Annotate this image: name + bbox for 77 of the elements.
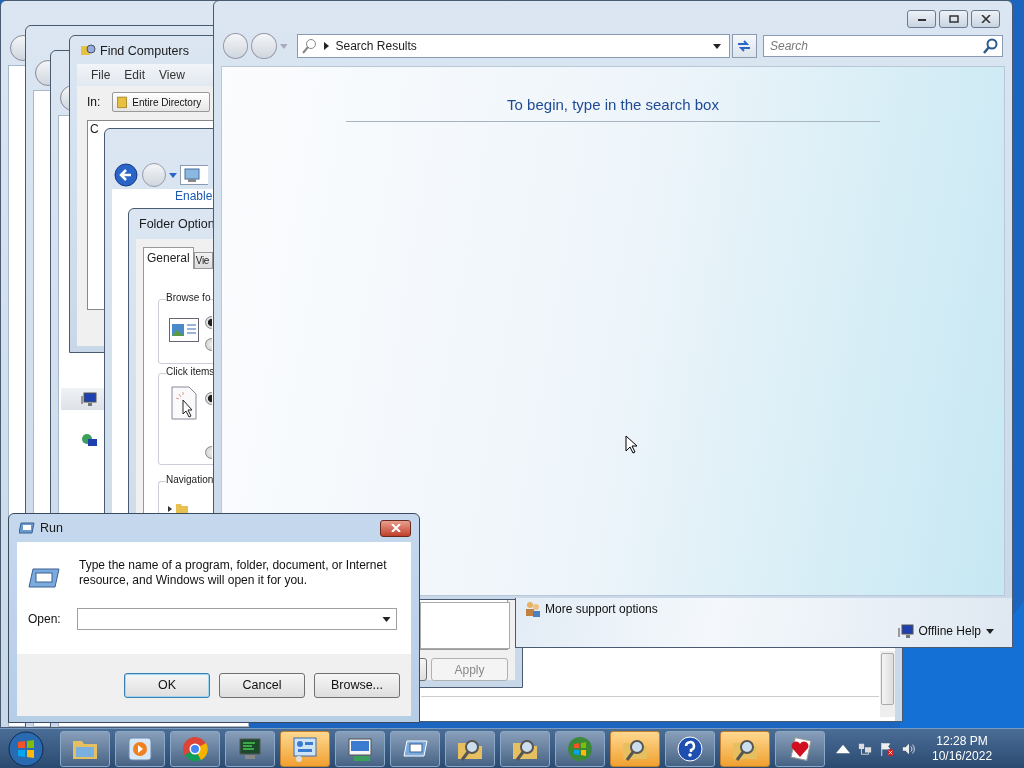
taskbar-button[interactable] — [720, 730, 770, 767]
click-pointer-icon — [171, 386, 197, 420]
network-icon — [81, 433, 97, 449]
maximize-icon — [948, 15, 959, 23]
start-button[interactable] — [6, 729, 46, 768]
maximize-button[interactable] — [939, 10, 968, 28]
taskbar-button[interactable] — [280, 730, 330, 767]
taskbar-button[interactable] — [60, 730, 110, 767]
field-label: Open: — [28, 612, 61, 626]
address-bar[interactable] — [180, 165, 208, 185]
window-preview-icon — [169, 318, 199, 342]
address-bar[interactable]: Search Results — [297, 34, 730, 58]
taskbar-button[interactable] — [775, 730, 825, 767]
dialog-button[interactable]: OK — [124, 672, 210, 698]
open-field[interactable] — [76, 608, 397, 630]
help-icon — [676, 734, 704, 763]
computer-icon — [184, 167, 200, 183]
close-icon — [980, 15, 991, 23]
windows-logo-icon — [566, 734, 594, 763]
directory-icon — [116, 95, 130, 109]
link[interactable]: Enable — [175, 189, 213, 203]
close-button[interactable] — [380, 519, 411, 537]
computer-icon — [81, 391, 97, 407]
search-field[interactable]: Search — [763, 35, 1003, 57]
mouse-pointer-icon — [625, 435, 637, 454]
nav-item[interactable] — [61, 388, 105, 410]
clock[interactable]: 12:28 PM 10/16/2022 — [932, 733, 993, 764]
search-prompt: To begin, type in the search box — [506, 96, 720, 113]
browser-icon — [181, 734, 209, 763]
media-player-icon — [126, 734, 154, 763]
window-title: Find Computers — [100, 44, 189, 58]
menu-item[interactable]: File — [91, 68, 111, 82]
windows-logo-icon — [8, 730, 44, 767]
menu-item[interactable]: View — [159, 68, 185, 82]
control-panel-icon — [291, 734, 319, 763]
taskbar-button[interactable] — [170, 730, 220, 767]
support-link[interactable]: More support options — [525, 601, 658, 617]
group-label: Navigation — [166, 474, 214, 485]
dropdown-arrow-icon — [712, 43, 721, 49]
offline-help-menu[interactable]: Offline Help — [897, 623, 994, 639]
chevron-icon — [324, 42, 330, 50]
window-title: Run — [40, 521, 63, 535]
minimize-button[interactable] — [907, 10, 936, 28]
group-label: Click items — [166, 366, 215, 377]
dropdown-arrow-icon — [986, 628, 994, 634]
close-button[interactable] — [971, 10, 1000, 28]
run-icon — [28, 568, 60, 588]
instruction-text: Type the name of a program, folder, document, or Internet resource, and Windows will open it for you. — [79, 558, 388, 588]
dialog-button[interactable]: Browse... — [314, 672, 400, 698]
menu-item[interactable]: Edit — [124, 68, 146, 82]
location-dropdown[interactable]: Entire Directory — [112, 92, 211, 112]
close-icon — [390, 524, 401, 532]
computer-icon — [897, 623, 914, 639]
taskbar-button[interactable] — [115, 730, 165, 767]
search-icon[interactable] — [983, 38, 999, 54]
search-icon — [302, 38, 319, 54]
volume-icon[interactable] — [902, 741, 916, 756]
scrollbar[interactable] — [880, 651, 895, 717]
people-icon — [525, 601, 541, 617]
taskbar-button[interactable] — [335, 730, 385, 767]
refresh-icon — [736, 39, 753, 53]
flag-warning-icon[interactable] — [880, 741, 894, 756]
taskbar-button[interactable] — [500, 730, 550, 767]
refresh-button[interactable] — [731, 34, 757, 58]
taskbar-button[interactable] — [445, 730, 495, 767]
run-icon — [19, 520, 35, 536]
dialog-button[interactable]: Cancel — [219, 672, 305, 698]
taskbar-button[interactable] — [665, 730, 715, 767]
network-icon[interactable] — [858, 741, 872, 756]
minimize-icon — [916, 16, 927, 22]
taskbar-button[interactable] — [390, 730, 440, 767]
group-label: Browse fo — [166, 292, 211, 303]
dropdown-arrow-icon[interactable] — [381, 617, 391, 622]
field-label: In: — [87, 95, 101, 109]
tab[interactable]: General — [143, 247, 194, 269]
taskbar-button[interactable] — [610, 730, 660, 767]
taskbar-button[interactable] — [225, 730, 275, 767]
